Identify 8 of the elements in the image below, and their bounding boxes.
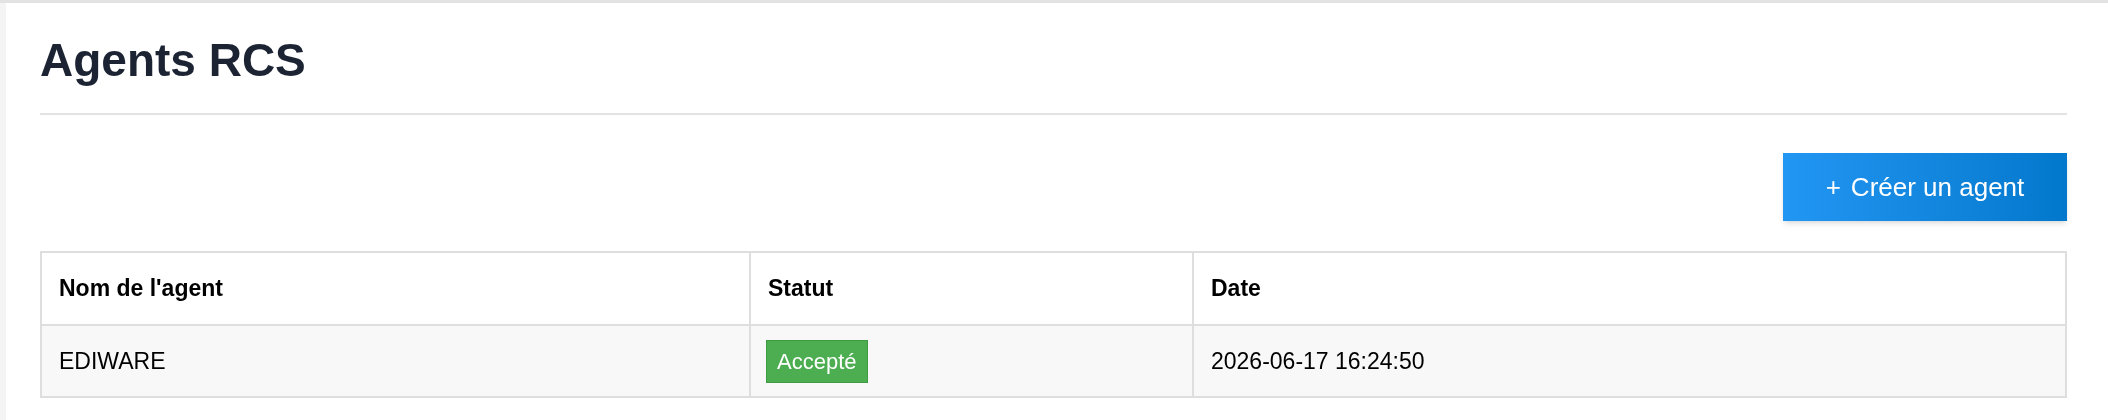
status-badge: Accepté — [766, 339, 868, 383]
column-header: Statut — [768, 274, 834, 304]
column-header: Nom de l'agent — [59, 274, 223, 304]
table-cell-text: 2026-06-17 16:24:50 — [1211, 346, 1425, 376]
table-cell-text: EDIWARE — [59, 346, 166, 376]
page-title: Agents RCS — [40, 33, 306, 87]
column-header: Date — [1211, 274, 1261, 304]
create-agent-button[interactable]: + Créer un agent — [1783, 153, 2067, 221]
